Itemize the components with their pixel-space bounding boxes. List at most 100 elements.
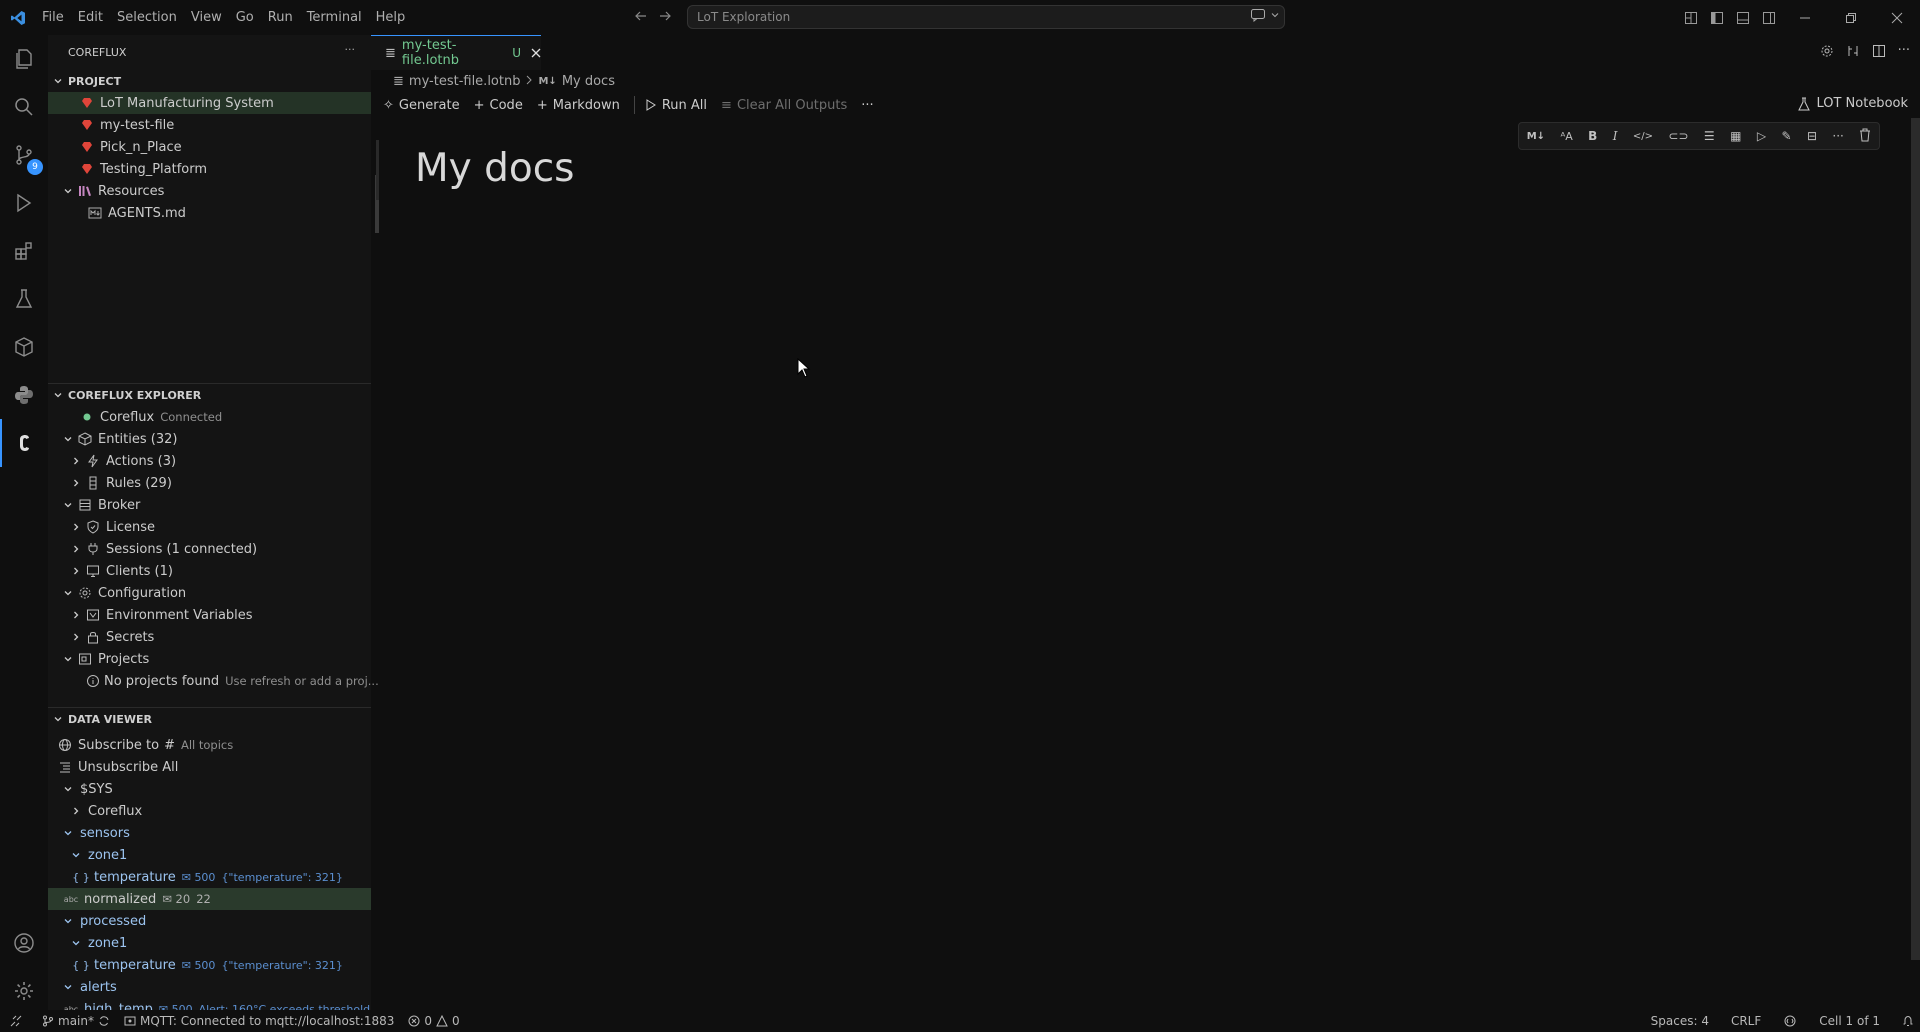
- license-node[interactable]: License: [48, 516, 371, 538]
- data-viewer-header[interactable]: DATA VIEWER: [48, 708, 371, 730]
- unsubscribe-item[interactable]: Unsubscribe All: [48, 756, 371, 778]
- menu-terminal[interactable]: Terminal: [300, 0, 369, 35]
- topic-alerts[interactable]: alerts: [48, 976, 371, 998]
- extensions-icon[interactable]: [0, 227, 48, 275]
- clients-node[interactable]: Clients (1): [48, 560, 371, 582]
- rules-node[interactable]: Rules (29): [48, 472, 371, 494]
- topic-normalized[interactable]: abc normalized ✉ 20 22: [48, 888, 371, 910]
- generate-button[interactable]: ✧ Generate: [383, 98, 460, 113]
- command-center[interactable]: LoT Exploration: [687, 5, 1285, 29]
- project-item-pick-n-place[interactable]: Pick_n_Place: [48, 136, 371, 158]
- entities-node[interactable]: Entities (32): [48, 428, 371, 450]
- toggle-panel-icon[interactable]: [1730, 0, 1756, 35]
- tab-my-test-file[interactable]: ≣ my-test-file.lotnb U: [371, 35, 541, 70]
- toggle-primary-sidebar-icon[interactable]: [1704, 0, 1730, 35]
- subscribe-item[interactable]: Subscribe to # All topics: [48, 734, 371, 756]
- braces-language-icon[interactable]: [1783, 1015, 1797, 1027]
- more-actions-icon[interactable]: ···: [1898, 43, 1910, 58]
- settings-gear-icon[interactable]: [1820, 43, 1834, 58]
- split-editor-icon[interactable]: [1872, 43, 1886, 58]
- copilot-chat-icon[interactable]: [1250, 8, 1266, 22]
- menu-edit[interactable]: Edit: [71, 0, 110, 35]
- topic-processed-zone1[interactable]: zone1: [48, 932, 371, 954]
- testing-icon[interactable]: [0, 275, 48, 323]
- trash-icon[interactable]: [1859, 128, 1871, 145]
- projects-node[interactable]: Projects: [48, 648, 371, 670]
- coreflux-connection[interactable]: Coreflux Connected: [48, 406, 371, 428]
- configuration-node[interactable]: Configuration: [48, 582, 371, 604]
- cube-icon[interactable]: [0, 323, 48, 371]
- compare-changes-icon[interactable]: [1846, 43, 1860, 58]
- cell-position-status[interactable]: Cell 1 of 1: [1819, 1014, 1880, 1028]
- more-actions-icon[interactable]: ···: [861, 98, 873, 113]
- kernel-picker[interactable]: LOT Notebook: [1798, 96, 1908, 111]
- source-control-icon[interactable]: 9: [0, 131, 48, 179]
- menu-go[interactable]: Go: [229, 0, 261, 35]
- italic-icon[interactable]: I: [1613, 129, 1618, 143]
- eol-status[interactable]: CRLF: [1731, 1014, 1761, 1028]
- topic-temperature[interactable]: { } temperature ✉ 500 {"temperature": 32…: [48, 866, 371, 888]
- editor-scrollbar[interactable]: [1911, 118, 1920, 960]
- run-debug-icon[interactable]: [0, 179, 48, 227]
- topic-temperature[interactable]: { } temperature ✉ 500 {"temperature": 32…: [48, 954, 371, 976]
- run-cell-icon[interactable]: ▷: [1757, 129, 1766, 143]
- menu-selection[interactable]: Selection: [110, 0, 184, 35]
- secrets-node[interactable]: Secrets: [48, 626, 371, 648]
- arrow-left-icon[interactable]: [634, 9, 648, 23]
- markdown-cell-heading[interactable]: My docs: [415, 146, 575, 191]
- close-window-icon[interactable]: [1874, 0, 1920, 35]
- notifications-bell-icon[interactable]: [1902, 1015, 1914, 1027]
- menu-help[interactable]: Help: [369, 0, 413, 35]
- agents-file[interactable]: AGENTS.md: [48, 202, 371, 224]
- coreflux-explorer-header[interactable]: COREFLUX EXPLORER: [48, 384, 371, 406]
- more-actions-icon[interactable]: ···: [1832, 129, 1843, 143]
- breadcrumb-file[interactable]: my-test-file.lotnb: [409, 74, 521, 89]
- topic-sensors-zone1[interactable]: zone1: [48, 844, 371, 866]
- menu-file[interactable]: File: [35, 0, 71, 35]
- restore-icon[interactable]: [1828, 0, 1874, 35]
- link-icon[interactable]: ⊂⊃: [1668, 129, 1688, 143]
- sessions-node[interactable]: Sessions (1 connected): [48, 538, 371, 560]
- table-icon[interactable]: ▦: [1730, 129, 1741, 143]
- run-all-button[interactable]: Run All: [645, 98, 707, 113]
- indentation-status[interactable]: Spaces: 4: [1651, 1014, 1709, 1028]
- mqtt-status[interactable]: MQTT: Connected to mqtt://localhost:1883: [124, 1014, 394, 1028]
- project-item-lot-manufacturing[interactable]: LoT Manufacturing System: [48, 92, 371, 114]
- split-cell-icon[interactable]: ⊟: [1807, 129, 1817, 143]
- more-actions-icon[interactable]: ···: [345, 43, 356, 56]
- topic-processed[interactable]: processed: [48, 910, 371, 932]
- coreflux-icon[interactable]: [0, 419, 48, 467]
- add-markdown-button[interactable]: + Markdown: [537, 98, 620, 113]
- clear-outputs-button[interactable]: ≡ Clear All Outputs: [721, 98, 847, 113]
- account-icon[interactable]: [0, 919, 48, 967]
- layout-customize-icon[interactable]: [1678, 0, 1704, 35]
- menu-run[interactable]: Run: [261, 0, 300, 35]
- remote-indicator[interactable]: [10, 1015, 22, 1027]
- menu-view[interactable]: View: [184, 0, 229, 35]
- arrow-right-icon[interactable]: [658, 9, 672, 23]
- close-icon[interactable]: [531, 48, 541, 58]
- resources-folder[interactable]: Resources: [48, 180, 371, 202]
- edit-pencil-icon[interactable]: ✎: [1781, 129, 1791, 143]
- sync-icon[interactable]: [98, 1015, 110, 1027]
- manage-gear-icon[interactable]: [0, 967, 48, 1015]
- bold-icon[interactable]: B: [1588, 129, 1597, 143]
- actions-node[interactable]: Actions (3): [48, 450, 371, 472]
- markdown-toggle-icon[interactable]: M↓: [1527, 131, 1545, 142]
- topic-sys[interactable]: $SYS: [48, 778, 371, 800]
- code-icon[interactable]: </>: [1633, 131, 1653, 142]
- topic-sensors[interactable]: sensors: [48, 822, 371, 844]
- python-icon[interactable]: [0, 371, 48, 419]
- broker-node[interactable]: Broker: [48, 494, 371, 516]
- add-code-button[interactable]: + Code: [474, 98, 523, 113]
- breadcrumb-section[interactable]: My docs: [562, 74, 615, 89]
- search-icon[interactable]: [0, 83, 48, 131]
- topic-sys-coreflux[interactable]: Coreflux: [48, 800, 371, 822]
- env-vars-node[interactable]: Environment Variables: [48, 604, 371, 626]
- git-branch[interactable]: main*: [42, 1014, 110, 1028]
- problems-indicator[interactable]: 0 0: [408, 1014, 460, 1028]
- minimize-icon[interactable]: [1782, 0, 1828, 35]
- list-icon[interactable]: ☰: [1704, 129, 1715, 143]
- project-item-my-test-file[interactable]: my-test-file: [48, 114, 371, 136]
- toggle-secondary-sidebar-icon[interactable]: [1756, 0, 1782, 35]
